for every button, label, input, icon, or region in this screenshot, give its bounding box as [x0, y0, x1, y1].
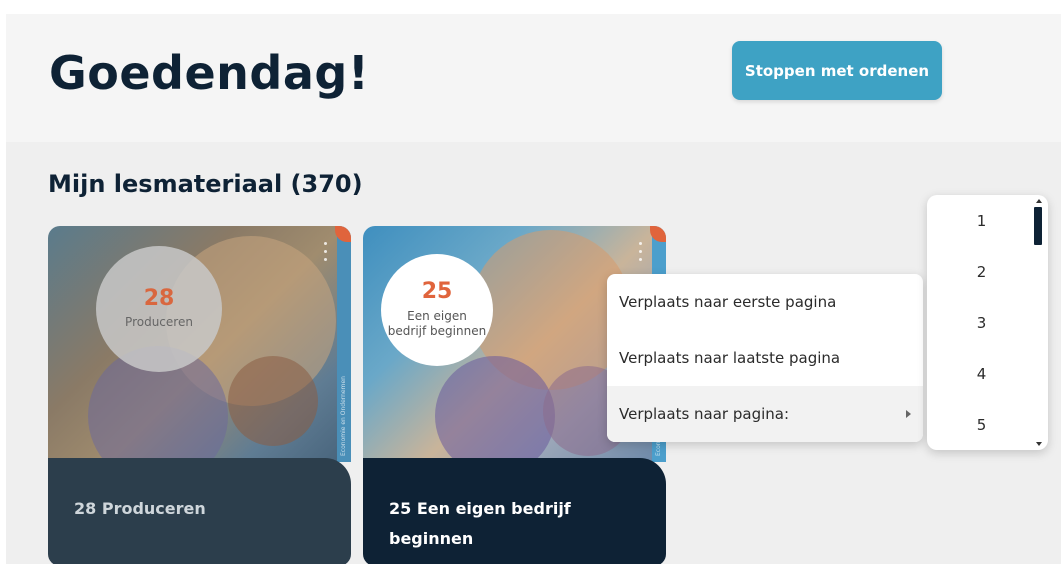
- page-number-submenu: 1 2 3 4 5: [927, 195, 1048, 450]
- badge-number: 25: [421, 279, 453, 305]
- page: Goedendag! Stoppen met ordenen Mijn lesm…: [0, 0, 1061, 564]
- menu-item-move-first-page[interactable]: Verplaats naar eerste pagina: [607, 274, 923, 330]
- scrollbar-thumb[interactable]: [1034, 207, 1042, 245]
- page-title: Goedendag!: [49, 46, 370, 100]
- page-option[interactable]: 5: [927, 399, 1048, 450]
- page-option[interactable]: 2: [927, 246, 1048, 297]
- card-side-text: Economie en Ondernemen: [340, 376, 347, 456]
- card-title: 25 Een eigen bedrijf beginnen: [363, 458, 666, 564]
- chevron-right-icon: [906, 410, 911, 418]
- menu-item-move-last-page[interactable]: Verplaats naar laatste pagina: [607, 330, 923, 386]
- scroll-down-arrow-icon[interactable]: [1036, 442, 1042, 446]
- menu-item-label: Verplaats naar pagina:: [619, 405, 790, 423]
- scrollbar[interactable]: [1034, 195, 1044, 450]
- menu-item-label: Verplaats naar eerste pagina: [619, 293, 837, 311]
- card-number-badge: 25 Een eigen bedrijf beginnen: [381, 254, 493, 366]
- page-option[interactable]: 3: [927, 297, 1048, 348]
- scroll-up-arrow-icon[interactable]: [1036, 199, 1042, 203]
- card-number-badge: 28 Produceren: [96, 246, 222, 372]
- stop-ordering-button[interactable]: Stoppen met ordenen: [732, 41, 942, 100]
- context-menu: Verplaats naar eerste pagina Verplaats n…: [607, 274, 923, 442]
- more-vertical-icon[interactable]: [323, 242, 329, 264]
- page-option[interactable]: 4: [927, 348, 1048, 399]
- card-title: 28 Produceren: [48, 458, 351, 564]
- course-card-produceren[interactable]: Economie en Ondernemen 28 Produceren 28 …: [48, 226, 351, 564]
- section-title: Mijn lesmateriaal (370): [48, 170, 363, 198]
- badge-label: Produceren: [125, 315, 193, 330]
- badge-label: Een eigen bedrijf beginnen: [387, 308, 487, 339]
- header: Goedendag! Stoppen met ordenen: [6, 14, 1061, 142]
- badge-number: 28: [143, 286, 175, 312]
- page-option[interactable]: 1: [927, 195, 1048, 246]
- menu-item-label: Verplaats naar laatste pagina: [619, 349, 841, 367]
- menu-item-move-to-page[interactable]: Verplaats naar pagina:: [607, 386, 923, 442]
- more-vertical-icon[interactable]: [638, 242, 644, 264]
- card-cover-image: Economie en Ondernemen 28 Produceren: [48, 226, 351, 462]
- cover-shape: [228, 356, 318, 446]
